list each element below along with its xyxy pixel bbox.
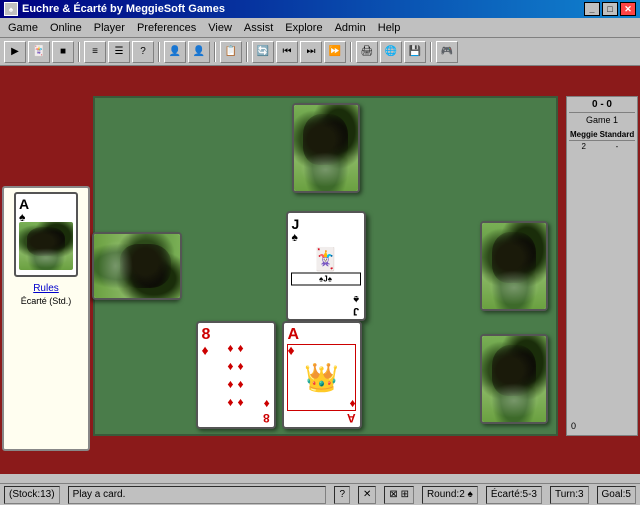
ace-of-spades-display: A ♠ [14,192,78,277]
toolbar-btn-5[interactable]: ☰ [108,41,130,63]
ace-card-dog-image [19,222,73,270]
card-back-image-left [94,234,180,298]
toolbar-btn-15[interactable]: 🌐 [380,41,402,63]
toolbar-btn-8[interactable]: 👤 [188,41,210,63]
jack-rank-bottom: J ♠ [353,293,359,317]
score-footer: 0 [571,421,576,431]
menu-bar: Game Online Player Preferences View Assi… [0,18,640,38]
status-stock: (Stock:13) [4,486,60,504]
toolbar-btn-1[interactable]: ▶ [4,41,26,63]
toolbar-sep-1 [78,42,80,62]
score-row-1: 2 - [569,141,635,153]
felt-table: J ♠ 🃏 ♠J♠ J ♠ 8 ♦ ♦ [93,96,558,436]
status-round: Round:2 ♠ [422,486,478,504]
toolbar: ▶ 🃏 ■ ≡ ☰ ? 👤 👤 📋 🔄 ⏮ ⏭ ⏩ 🖨 🌐 💾 🎮 [0,38,640,66]
toolbar-sep-4 [246,42,248,62]
rules-card-panel: A ♠ Rules Écarté (Std.) [2,186,90,451]
status-bar: (Stock:13) Play a card. ? ✕ ⊠ ⊞ Round:2 … [0,483,640,505]
opponent-right-card [480,221,548,311]
title-text: Euchre & Écarté by MeggieSoft Games [22,3,582,15]
status-info[interactable]: ✕ [358,486,376,504]
toolbar-btn-11[interactable]: ⏮ [276,41,298,63]
status-turn: Turn:3 [550,486,589,504]
card-kd-rank-bottom: A ♦ [347,397,356,425]
menu-explore[interactable]: Explore [279,20,328,36]
score-row-1-col2: - [599,141,636,153]
card-8d-pips: ♦ ♦ ♦ ♦ ♦ ♦ ♦ ♦ [227,341,243,409]
card-back-image-rb [482,336,546,422]
status-arrows: ⊠ ⊞ [384,486,414,504]
toolbar-sep-5 [350,42,352,62]
toolbar-btn-6[interactable]: ? [132,41,154,63]
minimize-button[interactable]: _ [584,2,600,16]
opponent-top-card [292,103,360,193]
toolbar-btn-7[interactable]: 👤 [164,41,186,63]
ecarte-std-label: Écarté (Std.) [21,296,72,306]
score-game-label: Game 1 [569,115,635,125]
player-hand: 8 ♦ ♦ ♦ ♦ ♦ ♦ ♦ ♦ ♦ 8 ♦ [196,321,362,429]
card-8d-rank-bottom: 8 ♦ [263,397,270,425]
menu-player[interactable]: Player [88,20,131,36]
score-table: Meggie Standard 2 - [569,129,635,152]
toolbar-sep-2 [158,42,160,62]
toolbar-btn-9[interactable]: 📋 [220,41,242,63]
jack-rank-top: J ♠ [292,217,300,243]
toolbar-btn-13[interactable]: ⏩ [324,41,346,63]
hand-card-king-diamonds[interactable]: A ♦ 👑 A ♦ [282,321,362,429]
menu-online[interactable]: Online [44,20,88,36]
rules-link[interactable]: Rules [21,283,72,294]
king-face-area: 👑 [287,344,355,412]
close-button[interactable]: ✕ [620,2,636,16]
score-header: 0 - 0 [569,99,635,113]
jack-face: 🃏 ♠J♠ [291,247,361,286]
menu-preferences[interactable]: Preferences [131,20,202,36]
menu-view[interactable]: View [202,20,238,36]
score-col-meggie: Meggie [569,129,599,141]
toolbar-btn-17[interactable]: 🎮 [436,41,458,63]
status-ecarte: Écarté:5-3 [486,486,542,504]
score-col-standard: Standard [599,129,636,141]
card-back-image [294,105,358,191]
opponent-left-card [92,232,182,300]
toolbar-btn-10[interactable]: 🔄 [252,41,274,63]
status-play-text: Play a card. [68,486,327,504]
menu-game[interactable]: Game [2,20,44,36]
toolbar-sep-3 [214,42,216,62]
status-help[interactable]: ? [334,486,350,504]
toolbar-btn-14[interactable]: 🖨 [356,41,378,63]
title-bar: ♠ Euchre & Écarté by MeggieSoft Games _ … [0,0,640,18]
toolbar-btn-4[interactable]: ≡ [84,41,106,63]
score-row-1-col1: 2 [569,141,599,153]
menu-assist[interactable]: Assist [238,20,279,36]
toolbar-sep-6 [430,42,432,62]
played-card-jack: J ♠ 🃏 ♠J♠ J ♠ [286,211,366,321]
menu-admin[interactable]: Admin [329,20,372,36]
toolbar-btn-12[interactable]: ⏭ [300,41,322,63]
toolbar-btn-16[interactable]: 💾 [404,41,426,63]
game-area: J ♠ 🃏 ♠J♠ J ♠ 8 ♦ ♦ [0,66,640,474]
toolbar-btn-3[interactable]: ■ [52,41,74,63]
menu-help[interactable]: Help [372,20,407,36]
status-goal: Goal:5 [597,486,636,504]
hand-card-8-diamonds[interactable]: 8 ♦ ♦ ♦ ♦ ♦ ♦ ♦ ♦ ♦ 8 ♦ [196,321,276,429]
card-back-image-right [482,223,546,309]
score-panel: 0 - 0 Game 1 Meggie Standard 2 - 0 [566,96,638,436]
app-icon: ♠ [4,2,18,16]
toolbar-btn-2[interactable]: 🃏 [28,41,50,63]
maximize-button[interactable]: □ [602,2,618,16]
opponent-right-bottom-card [480,334,548,424]
card-8d-rank-top: 8 ♦ [202,327,211,357]
